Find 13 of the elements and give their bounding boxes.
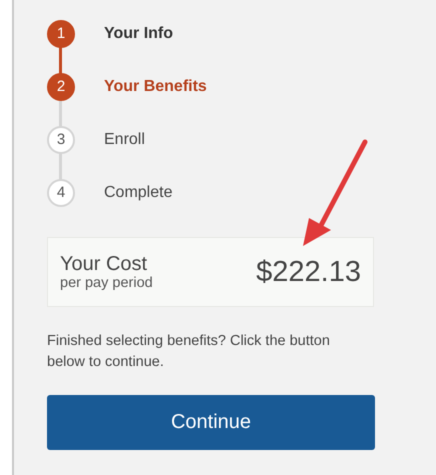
step-label: Complete xyxy=(104,184,172,202)
cost-subtitle: per pay period xyxy=(60,274,153,290)
step-number: 3 xyxy=(47,126,75,154)
cost-title: Your Cost xyxy=(60,254,148,274)
continue-button[interactable]: Continue xyxy=(47,395,375,450)
step-number: 4 xyxy=(47,178,75,206)
step-label: Your Benefits xyxy=(104,78,207,96)
step-number: 1 xyxy=(47,20,75,48)
instruction-text: Finished selecting benefits? Click the button below to continue. xyxy=(47,332,331,372)
step-number: 2 xyxy=(47,72,75,100)
step-label: Enroll xyxy=(104,130,145,148)
step-label: Your Info xyxy=(104,24,174,42)
cost-amount: $222.13 xyxy=(256,256,361,288)
